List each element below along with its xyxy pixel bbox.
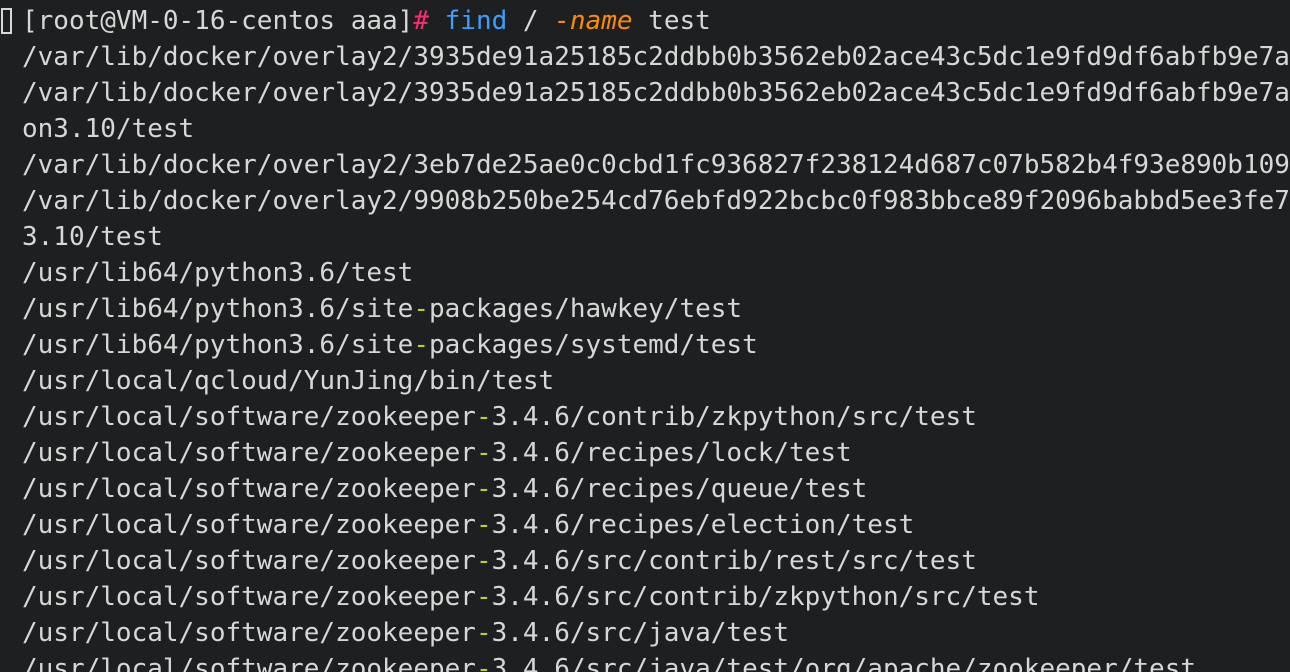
command-flag: -name — [554, 6, 633, 36]
output-path-dash: - — [475, 618, 492, 648]
line-gutter — [0, 471, 22, 507]
output-path-text: /var/lib/docker/overlay2/3935de91a25185c… — [22, 42, 1290, 72]
output-line: /usr/lib64/python3.6/site - packages/hawke… — [0, 291, 742, 327]
output-line: /usr/local/software/zookeeper -3.4.6/src/… — [0, 543, 977, 579]
line-gutter — [0, 435, 22, 471]
output-path-dash: - — [413, 330, 429, 360]
output-path-text: /usr/local/software/zookeeper — [22, 582, 476, 612]
line-gutter — [0, 579, 22, 615]
output-path-rest: 3.4.6/recipes/lock/test — [491, 438, 852, 468]
output-path-dash: - — [475, 438, 492, 468]
output-path-text: /var/lib/docker/overlay2/9908b250be254cd… — [22, 186, 1290, 216]
output-line: /usr/local/software/zookeeper -3.4.6/reci… — [0, 471, 867, 507]
output-path-text: /usr/local/software/zookeeper — [22, 654, 476, 672]
output-path-rest: 3.4.6/src/contrib/zkpython/src/test — [491, 582, 1040, 612]
output-line: /usr/local/software/zookeeper -3.4.6/src/… — [0, 579, 1039, 615]
output-path-rest: packages/systemd/test — [429, 330, 758, 360]
output-path-text: on3.10/test — [22, 114, 195, 144]
line-gutter — [0, 327, 22, 363]
command-name: find — [444, 6, 508, 36]
output-path-text: /usr/lib64/python3.6/test — [22, 258, 414, 288]
output-path-dash: - — [475, 474, 492, 504]
output-path-dash: - — [413, 294, 429, 324]
line-gutter — [0, 39, 22, 75]
output-path-rest: 3.4.6/recipes/election/test — [491, 510, 915, 540]
output-path-dash: - — [475, 546, 492, 576]
output-path-text: /usr/local/software/zookeeper — [22, 402, 476, 432]
output-path-dash: - — [475, 402, 492, 432]
output-line: /usr/local/software/zookeeper -3.4.6/cont… — [0, 399, 977, 435]
output-path-text: /var/lib/docker/overlay2/3935de91a25185c… — [22, 78, 1290, 108]
command-path-arg: / — [507, 6, 555, 36]
line-gutter — [0, 399, 22, 435]
line-gutter — [0, 255, 22, 291]
output-path-rest: packages/hawkey/test — [429, 294, 743, 324]
output-line: /usr/local/software/zookeeper -3.4.6/src/… — [0, 651, 1196, 672]
output-path-rest: 3.4.6/recipes/queue/test — [491, 474, 868, 504]
output-line: /usr/local/software/zookeeper -3.4.6/reci… — [0, 507, 914, 543]
output-path-text: /usr/local/software/zookeeper — [22, 474, 476, 504]
line-gutter — [0, 147, 22, 183]
line-gutter — [0, 651, 22, 672]
output-line: /var/lib/docker/overlay2/3eb7de25ae0c0cb… — [0, 147, 1290, 183]
line-gutter — [0, 543, 22, 579]
line-gutter — [0, 183, 22, 219]
output-path-text: /usr/local/software/zookeeper — [22, 438, 476, 468]
output-path-rest: 3.4.6/contrib/zkpython/src/test — [491, 402, 977, 432]
line-gutter — [0, 291, 22, 327]
cursor-gutter — [0, 3, 22, 39]
output-line: 3.10/test — [0, 219, 163, 255]
line-gutter — [0, 507, 22, 543]
output-line: /usr/lib64/python3.6/test — [0, 255, 413, 291]
output-path-text: /usr/local/software/zookeeper — [22, 546, 476, 576]
output-path-text: /usr/lib64/python3.6/site — [22, 294, 414, 324]
cursor-icon — [1, 8, 12, 34]
output-path-text: /usr/local/software/zookeeper — [22, 618, 476, 648]
output-path-dash: - — [475, 582, 492, 612]
line-gutter — [0, 75, 22, 111]
line-gutter — [0, 363, 22, 399]
output-line: /usr/local/software/zookeeper -3.4.6/reci… — [0, 435, 852, 471]
output-line: /usr/local/software/zookeeper -3.4.6/src/… — [0, 615, 789, 651]
line-gutter — [0, 111, 22, 147]
command-value: test — [632, 6, 711, 36]
output-path-text: 3.10/test — [22, 222, 163, 252]
terminal-window[interactable]: [root@VM-0-16-centos aaa] # find / -name … — [0, 0, 1290, 672]
prompt-symbol: # — [413, 6, 429, 36]
line-gutter — [0, 219, 22, 255]
output-path-text: /usr/local/qcloud/YunJing/bin/test — [22, 366, 555, 396]
output-path-rest: 3.4.6/src/contrib/rest/src/test — [491, 546, 977, 576]
output-line: /usr/local/qcloud/YunJing/bin/test — [0, 363, 554, 399]
output-path-rest: 3.4.6/src/java/test/org/apache/zookeeper… — [491, 654, 1197, 672]
output-line: /var/lib/docker/overlay2/9908b250be254cd… — [0, 183, 1290, 219]
line-gutter — [0, 615, 22, 651]
output-path-rest: 3.4.6/src/java/test — [491, 618, 790, 648]
output-path-text: /usr/lib64/python3.6/site — [22, 330, 414, 360]
output-line: on3.10/test — [0, 111, 194, 147]
output-line: /var/lib/docker/overlay2/3935de91a25185c… — [0, 39, 1290, 75]
prompt-user-host: [root@VM-0-16-centos aaa] — [22, 6, 414, 36]
output-path-dash: - — [475, 654, 492, 672]
output-line: /var/lib/docker/overlay2/3935de91a25185c… — [0, 75, 1290, 111]
output-path-text: /usr/local/software/zookeeper — [22, 510, 476, 540]
output-line: /usr/lib64/python3.6/site - packages/syste… — [0, 327, 758, 363]
output-path-dash: - — [475, 510, 492, 540]
prompt-line: [root@VM-0-16-centos aaa] # find / -name … — [0, 3, 711, 39]
output-path-text: /var/lib/docker/overlay2/3eb7de25ae0c0cb… — [22, 150, 1290, 180]
